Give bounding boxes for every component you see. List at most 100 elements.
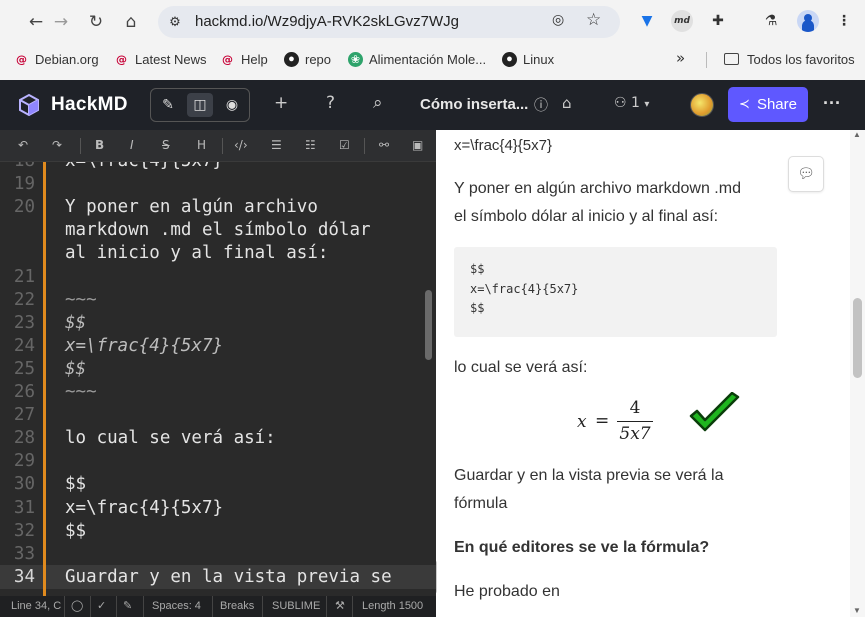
undo-icon[interactable]: ↶ bbox=[18, 138, 28, 152]
forward-icon[interactable]: → bbox=[48, 9, 74, 35]
view-mode-eye-icon[interactable]: ◉ bbox=[219, 93, 245, 117]
line-number: 23 bbox=[13, 312, 35, 333]
formula-denominator: 5x7 bbox=[617, 424, 653, 444]
home-icon[interactable]: ⌂ bbox=[118, 9, 144, 35]
browser-menu-icon[interactable]: ⋮ bbox=[833, 10, 855, 32]
strikethrough-icon[interactable]: S bbox=[162, 138, 170, 152]
bookmark-star-icon[interactable]: ☆ bbox=[586, 10, 601, 30]
user-avatar[interactable] bbox=[690, 93, 714, 117]
browser-chrome: ← → ↻ ⌂ ⚙ hackmd.io/Wz9djyA-RVK2skLGvz7W… bbox=[0, 0, 865, 80]
reload-icon[interactable]: ↻ bbox=[83, 9, 109, 35]
address-bar[interactable]: ⚙ hackmd.io/Wz9djyA-RVK2skLGvz7WJg ◎ ☆ bbox=[158, 6, 620, 38]
heading-icon[interactable]: H bbox=[197, 138, 206, 152]
line-text[interactable]: $$ bbox=[65, 521, 86, 541]
preview-heading: En qué editores se ve la fórmula? bbox=[454, 539, 710, 556]
leaf-icon: ❀ bbox=[348, 51, 363, 67]
comment-icon[interactable]: 💬︎ bbox=[788, 156, 824, 192]
line-text[interactable]: $$ bbox=[65, 359, 86, 379]
code-icon[interactable]: ‹/› bbox=[234, 138, 248, 152]
people-count: 1 bbox=[631, 95, 640, 111]
check-icon[interactable]: ✓ bbox=[97, 599, 106, 612]
preview-paragraph-line: fórmula bbox=[454, 495, 508, 512]
bookmark-help[interactable]: @ Help bbox=[220, 50, 268, 68]
line-text[interactable]: ~~~ bbox=[65, 290, 97, 310]
github-icon: ● bbox=[502, 51, 517, 67]
chevron-double-right-icon[interactable]: » bbox=[676, 49, 685, 67]
editor-scrollbar[interactable] bbox=[425, 290, 432, 360]
line-text[interactable]: ~~~ bbox=[65, 382, 97, 402]
document-title[interactable]: Cómo inserta... bbox=[420, 96, 528, 113]
line-breaks-toggle[interactable]: Breaks bbox=[220, 600, 254, 612]
extensions-puzzle-icon[interactable]: ✚ bbox=[707, 10, 729, 32]
code-area[interactable]: 18 x=\frac{4}{5x7} 1920 Y poner en algún ar… bbox=[0, 162, 436, 596]
toolbar-divider bbox=[364, 138, 365, 154]
link-icon[interactable]: ⚯ bbox=[379, 138, 389, 152]
scroll-up-arrow-icon[interactable]: ▲ bbox=[853, 130, 861, 139]
eye-off-icon[interactable]: ◎ bbox=[552, 12, 564, 28]
brush-icon[interactable]: ✎ bbox=[123, 599, 132, 612]
edit-mode-pencil-icon[interactable]: ✎ bbox=[155, 93, 181, 117]
line-number: 22 bbox=[13, 289, 35, 310]
preview-code-block: $$ x=\frac{4}{5x7} $$ bbox=[454, 247, 777, 337]
more-options-icon[interactable]: ··· bbox=[823, 93, 841, 114]
split-mode-icon[interactable]: ◫ bbox=[187, 93, 213, 117]
people-icon: ⚇ bbox=[614, 95, 627, 111]
help-question-icon[interactable]: ? bbox=[326, 93, 335, 113]
bold-icon[interactable]: B bbox=[95, 138, 104, 152]
search-icon[interactable]: ⌕ bbox=[373, 93, 383, 113]
bookmark-debian[interactable]: @ Debian.org bbox=[14, 50, 99, 68]
line-text[interactable]: al inicio y al final así: bbox=[65, 243, 328, 263]
tag-icon[interactable]: ⌂ bbox=[562, 94, 572, 112]
bullet-list-icon[interactable]: ☰ bbox=[271, 138, 282, 152]
profile-avatar[interactable] bbox=[797, 10, 819, 32]
preview-scrollbar-thumb[interactable] bbox=[853, 298, 862, 378]
brand-name: HackMD bbox=[51, 94, 128, 115]
github-icon: ● bbox=[284, 51, 299, 67]
lightbulb-icon[interactable]: ◯ bbox=[71, 599, 83, 612]
bookmark-latest-news[interactable]: @ Latest News bbox=[114, 50, 207, 68]
plus-icon[interactable]: + bbox=[274, 93, 288, 113]
scroll-down-arrow-icon[interactable]: ▼ bbox=[853, 606, 861, 615]
italic-icon[interactable]: I bbox=[130, 138, 134, 152]
bookmark-linux[interactable]: ● Linux bbox=[502, 50, 554, 68]
line-text[interactable]: $$ bbox=[65, 474, 86, 494]
info-icon[interactable]: ⓘ bbox=[534, 95, 548, 115]
share-icon: ≺ bbox=[739, 97, 750, 112]
hackmd-logo[interactable]: HackMD bbox=[17, 93, 128, 117]
line-text[interactable]: x=\frac{4}{5x7} bbox=[65, 498, 223, 518]
url-text[interactable]: hackmd.io/Wz9djyA-RVK2skLGvz7WJg bbox=[195, 13, 459, 30]
indent-setting[interactable]: Spaces: 4 bbox=[152, 600, 201, 612]
markdown-extension-icon[interactable]: md bbox=[671, 10, 693, 32]
share-button[interactable]: ≺ Share bbox=[728, 87, 808, 122]
line-text[interactable]: Guardar y en la vista previa se bbox=[65, 567, 392, 587]
keymap-setting[interactable]: SUBLIME bbox=[272, 600, 320, 612]
status-divider bbox=[143, 596, 144, 617]
rendered-formula: x = 4 5x7 bbox=[577, 398, 667, 448]
line-number: 33 bbox=[13, 543, 35, 564]
debian-icon: @ bbox=[116, 52, 127, 66]
wrench-icon[interactable]: ⚒ bbox=[335, 599, 345, 612]
image-icon[interactable]: ▣ bbox=[412, 138, 423, 152]
bookmark-label: Debian.org bbox=[35, 51, 99, 67]
line-text[interactable]: markdown .md el símbolo dólar bbox=[65, 220, 371, 240]
collaborators-button[interactable]: ⚇ 1 ▾ bbox=[614, 95, 649, 111]
debian-icon: @ bbox=[16, 52, 27, 66]
bookmark-repo[interactable]: ● repo bbox=[284, 50, 331, 68]
preview-paragraph-line: Y poner en algún archivo markdown .md bbox=[454, 180, 741, 197]
preview-paragraph: lo cual se verá así: bbox=[454, 359, 588, 376]
vpn-extension-icon[interactable]: ▼ bbox=[636, 10, 658, 32]
markdown-editor[interactable]: ↶ ↷ B I S H ‹/› ☰ ☷ ☑ ⚯ ▣ 18 x=\frac{4}{5… bbox=[0, 130, 436, 617]
redo-icon[interactable]: ↷ bbox=[52, 138, 62, 152]
line-text[interactable]: x=\frac{4}{5x7} bbox=[65, 162, 223, 171]
all-bookmarks-button[interactable]: Todos los favoritos bbox=[724, 50, 855, 68]
line-text[interactable]: lo cual se verá así: bbox=[65, 428, 276, 448]
line-text[interactable]: Y poner en algún archivo bbox=[65, 197, 318, 217]
numbered-list-icon[interactable]: ☷ bbox=[305, 138, 316, 152]
checkbox-list-icon[interactable]: ☑ bbox=[339, 138, 350, 152]
line-text[interactable]: $$ bbox=[65, 313, 86, 333]
lab-flask-icon[interactable]: ⚗ bbox=[760, 10, 782, 32]
site-info-icon[interactable]: ⚙ bbox=[166, 13, 184, 31]
back-icon[interactable]: ← bbox=[23, 9, 49, 35]
line-text[interactable]: x=\frac{4}{5x7} bbox=[65, 336, 223, 356]
bookmark-alimentacion[interactable]: ❀ Alimentación Mole... bbox=[348, 50, 486, 68]
